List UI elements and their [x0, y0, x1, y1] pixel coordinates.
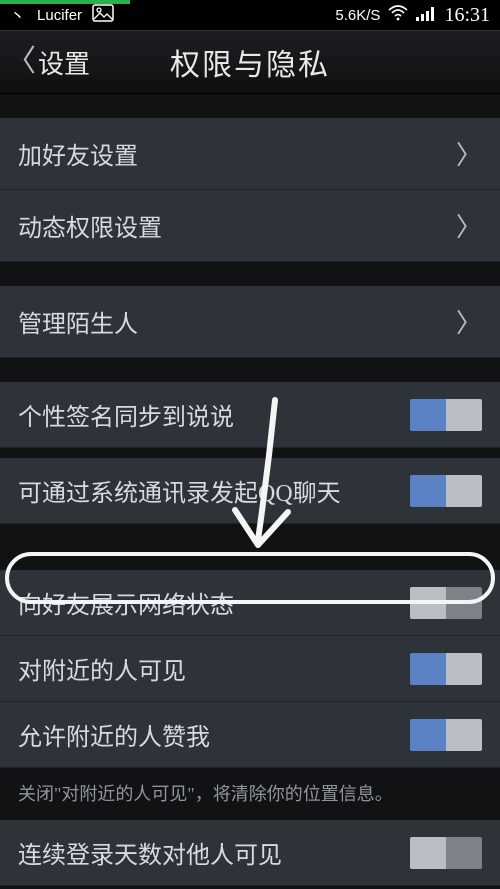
row-nearby-visible[interactable]: 对附近的人可见: [0, 636, 500, 702]
back-label: 设置: [38, 44, 90, 81]
row-manage-stranger[interactable]: 管理陌生人 〉: [0, 286, 500, 358]
toggle-streak-visible[interactable]: [410, 837, 482, 869]
section-gap: [0, 448, 500, 458]
chevron-right-icon: 〉: [456, 303, 482, 340]
section-gap: [0, 262, 500, 286]
row-label: 对附近的人可见: [18, 651, 186, 686]
toggle-sig-sync[interactable]: [410, 399, 482, 431]
status-accent: [0, 0, 130, 4]
section-gap: [0, 524, 500, 570]
status-slash: 丶: [10, 5, 25, 26]
toggle-nearby-like[interactable]: [410, 719, 482, 751]
toggle-show-net[interactable]: [410, 587, 482, 619]
status-right: 5.6K/S 16:31: [335, 4, 490, 27]
row-label: 连续登录天数对他人可见: [18, 835, 282, 870]
signal-icon: [416, 5, 436, 25]
row-label: 个性签名同步到说说: [18, 397, 234, 432]
hint-nearby: 关闭"对附近的人可见"，将清除你的位置信息。: [0, 768, 500, 820]
row-label: 管理陌生人: [18, 304, 138, 339]
section-gap: [0, 94, 500, 118]
row-label: 向好友展示网络状态: [18, 585, 234, 620]
row-show-net[interactable]: 向好友展示网络状态: [0, 570, 500, 636]
toggle-nearby-visible[interactable]: [410, 653, 482, 685]
row-label: 动态权限设置: [18, 208, 162, 243]
chevron-right-icon: 〉: [456, 135, 482, 172]
status-bar: 丶 Lucifer 5.6K/S 16:31: [0, 0, 500, 30]
row-dynamic-perm[interactable]: 动态权限设置 〉: [0, 190, 500, 262]
row-nearby-like[interactable]: 允许附近的人赞我: [0, 702, 500, 768]
row-contacts-qq[interactable]: 可通过系统通讯录发起QQ聊天: [0, 458, 500, 524]
row-add-friend[interactable]: 加好友设置 〉: [0, 118, 500, 190]
status-speed: 5.6K/S: [335, 7, 380, 24]
chevron-right-icon: 〉: [456, 207, 482, 244]
page-title: 权限与隐私: [170, 40, 330, 84]
status-left: 丶 Lucifer: [10, 4, 114, 27]
row-streak-visible[interactable]: 连续登录天数对他人可见: [0, 820, 500, 886]
row-label: 允许附近的人赞我: [18, 717, 210, 752]
chevron-left-icon: 〈: [6, 47, 36, 77]
row-label: 可通过系统通讯录发起QQ聊天: [18, 473, 341, 508]
section-gap: [0, 358, 500, 382]
back-button[interactable]: 〈 设置: [0, 44, 90, 81]
gallery-icon: [92, 4, 114, 27]
row-sig-sync[interactable]: 个性签名同步到说说: [0, 382, 500, 448]
header: 〈 设置 权限与隐私: [0, 30, 500, 94]
row-label: 加好友设置: [18, 136, 138, 171]
status-time: 16:31: [444, 4, 490, 27]
status-carrier: Lucifer: [37, 7, 82, 24]
toggle-contacts-qq[interactable]: [410, 475, 482, 507]
wifi-icon: [388, 5, 408, 25]
